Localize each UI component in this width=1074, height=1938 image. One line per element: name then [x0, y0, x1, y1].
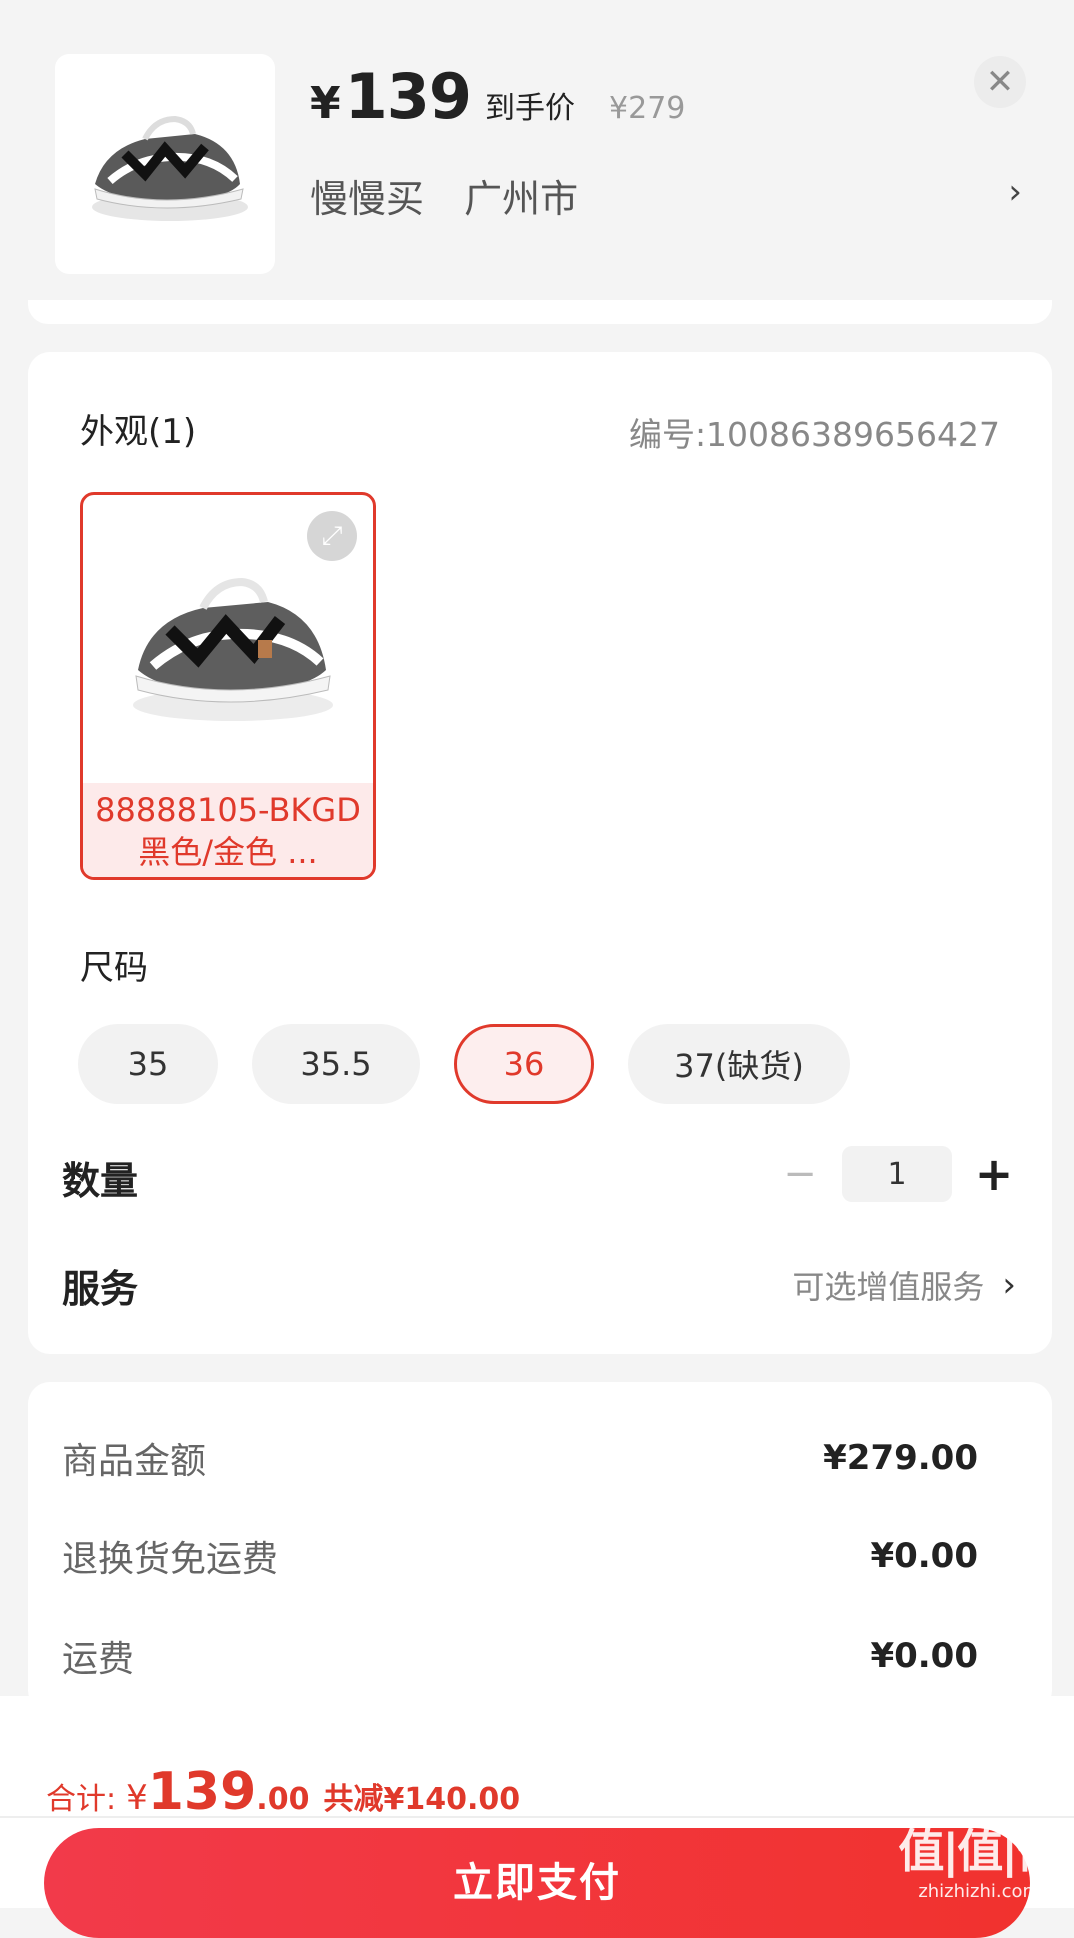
- total-decimal: .00: [256, 1782, 310, 1817]
- sku-selection-sheet: ¥ 139 到手价 ¥279 慢慢买 广州市 › ✕ 外观(1) 编号:1008…: [0, 0, 1074, 1938]
- original-price: ¥279: [609, 91, 686, 126]
- sneaker-variant-image: [133, 577, 333, 721]
- size-title: 尺码: [80, 948, 148, 988]
- spec-card: 外观(1) 编号:10086389656427 ⤢ 88888105-BKGD …: [28, 352, 1052, 1354]
- card-edge: [28, 300, 1052, 324]
- minus-button[interactable]: −: [770, 1151, 830, 1197]
- shipping-row: 运费 ¥0.00: [62, 1630, 978, 1682]
- chevron-right-icon: ›: [1002, 1265, 1016, 1305]
- savings-text: 共减¥140.00: [323, 1782, 521, 1817]
- size-options: 35 35.5 36 37(缺货): [78, 1024, 850, 1104]
- size-option-36-selected[interactable]: 36: [454, 1024, 594, 1104]
- pay-now-button[interactable]: 立即支付: [44, 1828, 1030, 1938]
- size-option-35-5[interactable]: 35.5: [252, 1024, 420, 1104]
- total-integer: 139: [147, 1762, 257, 1822]
- close-icon: ✕: [985, 62, 1015, 102]
- expand-icon[interactable]: ⤢: [307, 511, 357, 561]
- service-selector[interactable]: 可选增值服务 ›: [792, 1262, 1016, 1308]
- sneaker-image: [92, 115, 248, 221]
- site-watermark: 值|值|值 zhizhizhi.com: [898, 1815, 1062, 1902]
- watermark-url: zhizhizhi.com: [918, 1881, 1041, 1902]
- quantity-input[interactable]: 1: [842, 1146, 952, 1202]
- plus-button[interactable]: +: [964, 1147, 1024, 1201]
- size-option-35[interactable]: 35: [78, 1024, 218, 1104]
- appearance-title: 外观(1): [80, 412, 197, 452]
- sku-code: 编号:10086389656427: [628, 415, 1000, 454]
- goods-amount-row: 商品金额 ¥279.00: [62, 1432, 978, 1484]
- quantity-label: 数量: [62, 1159, 139, 1203]
- total-label: 合计:: [46, 1782, 117, 1817]
- price-tag-label: 到手价: [485, 91, 576, 126]
- service-hint: 可选增值服务: [792, 1268, 985, 1306]
- variant-label: 88888105-BKGD 黑色/金色 ...: [83, 783, 373, 877]
- return-shipping-row: 退换货免运费 ¥0.00: [62, 1530, 978, 1582]
- return-shipping-value: ¥0.00: [870, 1536, 978, 1576]
- return-shipping-label: 退换货免运费: [62, 1539, 279, 1580]
- total-summary: 合计: ¥ 139 .00 共减¥140.00: [46, 1762, 520, 1822]
- shipping-label: 运费: [62, 1639, 135, 1680]
- variant-option-selected[interactable]: ⤢ 88888105-BKGD 黑色/金色 ...: [80, 492, 376, 880]
- seller-location-row[interactable]: 慢慢买 广州市: [310, 168, 606, 223]
- goods-amount-value: ¥279.00: [823, 1438, 978, 1478]
- watermark-logo: 值|值|值: [898, 1824, 1062, 1878]
- currency-symbol: ¥: [310, 78, 341, 129]
- product-thumbnail: [55, 54, 275, 274]
- final-price: 139: [344, 60, 472, 133]
- chevron-right-icon[interactable]: ›: [1008, 172, 1022, 212]
- seller-name: 慢慢买: [310, 177, 425, 221]
- product-header: ¥ 139 到手价 ¥279 慢慢买 广州市 › ✕: [0, 0, 1074, 308]
- checkout-bar: 合计: ¥ 139 .00 共减¥140.00 立即支付 值|值|值 zhizh…: [0, 1696, 1074, 1938]
- close-button[interactable]: ✕: [974, 56, 1026, 108]
- fee-card: 商品金额 ¥279.00 退换货免运费 ¥0.00 运费 ¥0.00: [28, 1382, 1052, 1712]
- price-row: ¥ 139 到手价 ¥279: [310, 60, 685, 133]
- quantity-stepper: − 1 +: [770, 1146, 1024, 1202]
- size-option-37-out-of-stock[interactable]: 37(缺货): [628, 1024, 850, 1104]
- service-label: 服务: [62, 1267, 139, 1311]
- shipping-value: ¥0.00: [870, 1636, 978, 1676]
- total-currency: ¥: [126, 1778, 148, 1818]
- goods-amount-label: 商品金额: [62, 1441, 207, 1482]
- location-text: 广州市: [464, 177, 579, 221]
